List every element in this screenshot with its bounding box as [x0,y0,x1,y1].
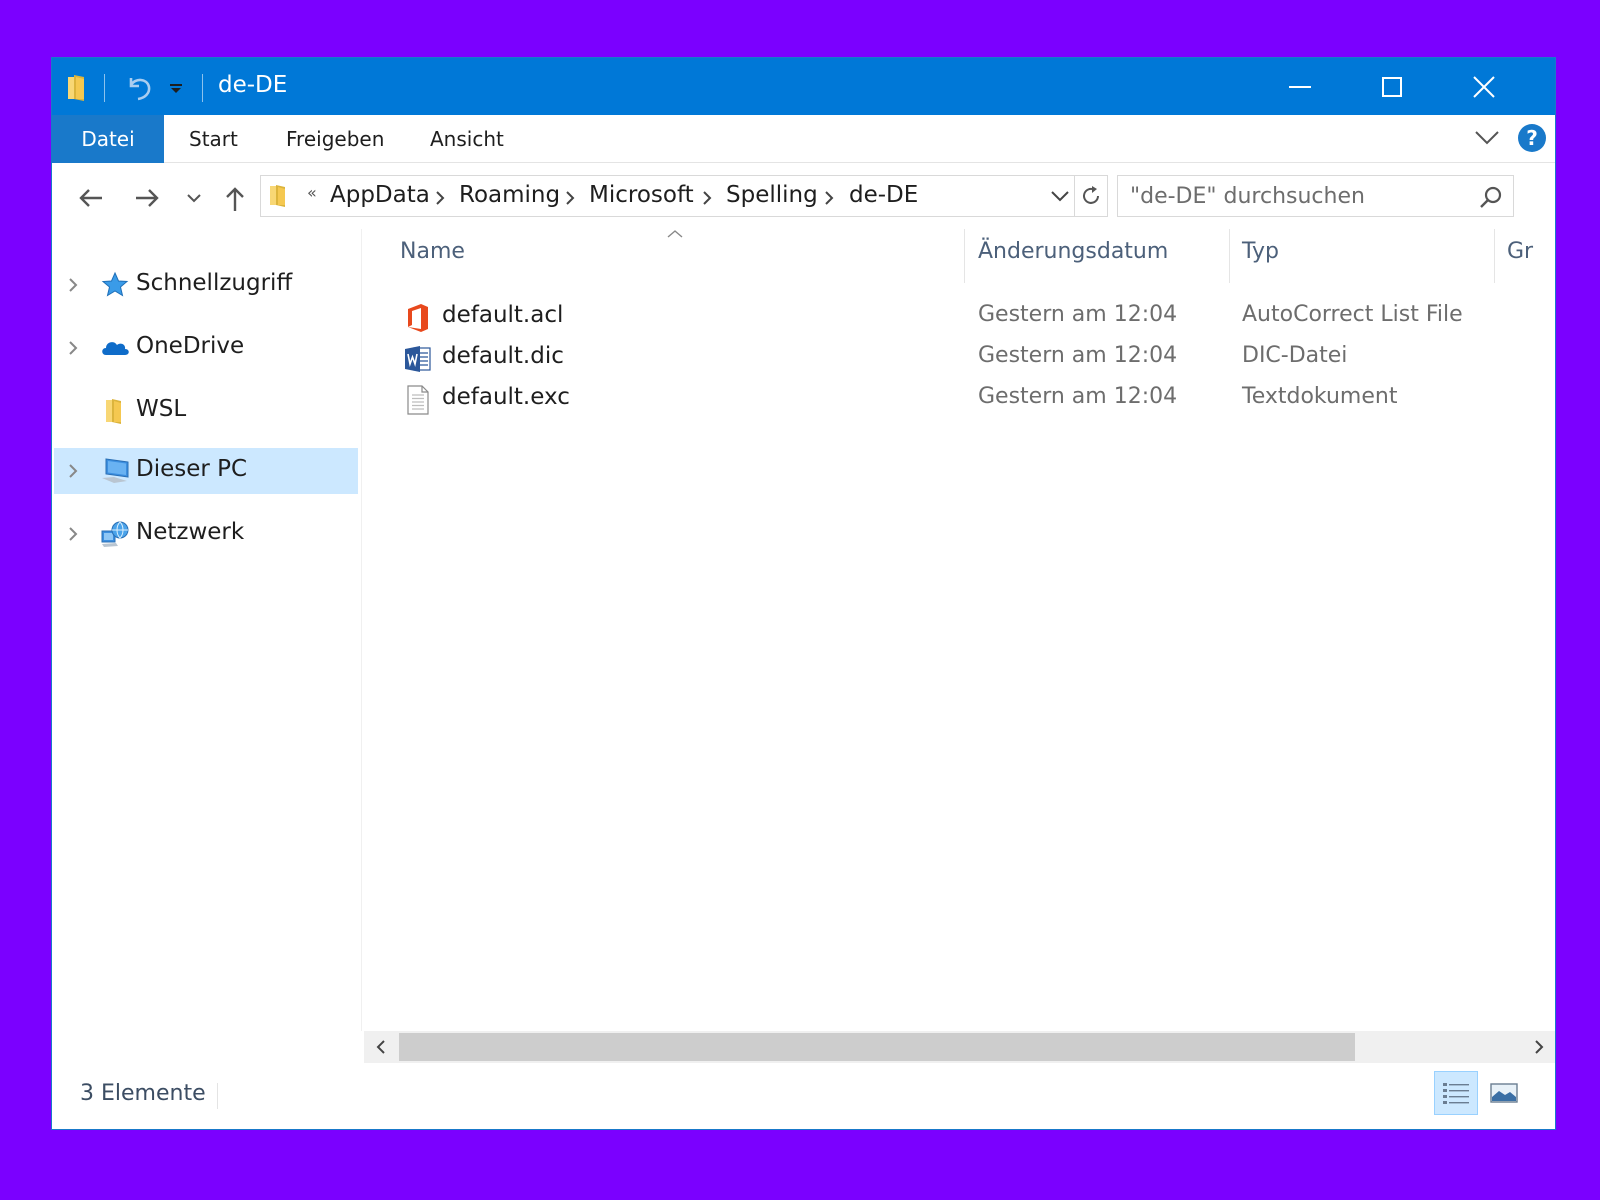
sidebar-item-wsl[interactable]: WSL [54,388,358,434]
large-icons-view-button[interactable] [1482,1071,1526,1115]
sort-ascending-icon [667,230,683,238]
maximize-icon [1382,76,1402,97]
column-divider[interactable] [964,229,965,283]
sidebar-item-label: Schnellzugriff [136,270,293,296]
breadcrumb-spelling[interactable]: Spelling [726,182,818,208]
sidebar-item-label: Dieser PC [136,456,248,482]
file-name: default.exc [442,384,570,410]
details-view-icon [1443,1083,1469,1104]
column-divider[interactable] [1229,229,1230,283]
quick-access-separator [104,74,105,102]
undo-icon[interactable] [125,72,155,102]
file-date: Gestern am 12:04 [978,302,1178,327]
folder-icon[interactable] [66,74,88,102]
computer-icon [102,458,129,483]
file-name: default.dic [442,343,564,369]
file-type: DIC-Datei [1242,343,1348,368]
chevron-right-icon[interactable] [702,191,712,205]
network-icon [101,521,129,547]
sidebar-item-onedrive[interactable]: OneDrive [54,325,358,371]
ribbon: Datei Start Freigeben Ansicht ? [52,115,1555,163]
details-view-button[interactable] [1434,1071,1478,1115]
minimize-icon [1289,85,1311,88]
status-bar: 3 Elemente [52,1065,1555,1129]
file-list: Name Änderungsdatum Typ Gr default.acl G… [364,229,1555,1063]
table-row[interactable]: default.acl Gestern am 12:04 AutoCorrect… [364,297,1555,337]
expand-ribbon-icon[interactable] [1475,131,1499,145]
word-icon [405,346,431,372]
file-date: Gestern am 12:04 [978,384,1178,409]
office-icon [408,304,428,332]
scrollbar-thumb[interactable] [399,1033,1355,1061]
sidebar-item-label: OneDrive [136,333,245,359]
chevron-down-icon[interactable] [170,84,182,94]
sidebar-item-dieser-pc[interactable]: Dieser PC [54,448,358,494]
up-arrow-icon[interactable] [220,183,250,213]
tab-ansicht[interactable]: Ansicht [430,115,504,163]
chevron-right-icon[interactable] [824,191,834,205]
breadcrumb-roaming[interactable]: Roaming [459,182,560,208]
column-header-size[interactable]: Gr [1507,239,1533,264]
help-button[interactable]: ? [1518,124,1546,152]
table-row[interactable]: default.dic Gestern am 12:04 DIC-Datei [364,338,1555,378]
sidebar-item-schnellzugriff[interactable]: Schnellzugriff [54,262,358,308]
tab-freigeben[interactable]: Freigeben [286,115,384,163]
sidebar-item-label: WSL [136,396,187,422]
file-type: AutoCorrect List File [1242,302,1463,327]
star-icon [101,271,129,297]
back-arrow-icon[interactable] [76,183,106,213]
breadcrumb-microsoft[interactable]: Microsoft [589,182,694,208]
sidebar-item-label: Netzwerk [136,519,245,545]
sidebar-item-netzwerk[interactable]: Netzwerk [54,511,358,557]
refresh-icon[interactable] [1080,185,1102,207]
close-icon [1473,75,1495,98]
large-icons-view-icon [1490,1083,1518,1103]
tab-datei[interactable]: Datei [52,115,164,163]
tab-start[interactable]: Start [189,115,238,163]
table-row[interactable]: default.exc Gestern am 12:04 Textdokumen… [364,379,1555,419]
expand-chevron-icon[interactable] [68,525,78,543]
file-name: default.acl [442,302,564,328]
chevron-right-icon[interactable] [565,191,575,205]
expand-chevron-icon[interactable] [68,462,78,480]
breadcrumb-overflow[interactable]: « [307,183,317,202]
explorer-window: de-DE Datei Start Freigeben Ansicht ? « … [51,57,1556,1130]
folder-icon [270,185,285,207]
search-input[interactable] [1118,176,1468,216]
recent-locations-chevron-icon[interactable] [185,183,203,213]
search-box[interactable] [1117,175,1514,217]
status-divider [217,1083,218,1109]
column-header-date[interactable]: Änderungsdatum [978,239,1168,264]
address-history-chevron-icon[interactable] [1051,190,1069,202]
text-document-icon [407,385,429,415]
file-date: Gestern am 12:04 [978,343,1178,368]
forward-arrow-icon[interactable] [132,183,162,213]
column-header-name[interactable]: Name [400,239,465,264]
scroll-left-icon[interactable] [376,1039,386,1055]
chevron-right-icon[interactable] [435,191,445,205]
window-title: de-DE [218,72,288,98]
column-header-type[interactable]: Typ [1242,239,1279,264]
breadcrumb-de-de[interactable]: de-DE [849,182,918,208]
navigation-bar: « AppData Roaming Microsoft Spelling de-… [52,163,1555,229]
horizontal-scrollbar[interactable] [364,1031,1555,1063]
maximize-button[interactable] [1346,58,1438,115]
title-separator [202,74,203,102]
search-icon[interactable] [1479,185,1503,209]
column-divider[interactable] [1494,229,1495,283]
address-bar[interactable]: « AppData Roaming Microsoft Spelling de-… [260,175,1108,217]
navigation-pane: Schnellzugriff OneDrive WSL Dieser PC Ne… [52,229,362,1031]
item-count: 3 Elemente [80,1081,206,1106]
title-bar: de-DE [52,58,1555,115]
expand-chevron-icon[interactable] [68,339,78,357]
expand-chevron-icon[interactable] [68,276,78,294]
cloud-icon [102,342,129,355]
file-type: Textdokument [1242,384,1398,409]
breadcrumb-appdata[interactable]: AppData [330,182,430,208]
scroll-right-icon[interactable] [1534,1039,1544,1055]
minimize-button[interactable] [1254,58,1346,115]
folder-icon [106,399,121,424]
close-button[interactable] [1438,58,1530,115]
address-divider [1074,176,1075,216]
